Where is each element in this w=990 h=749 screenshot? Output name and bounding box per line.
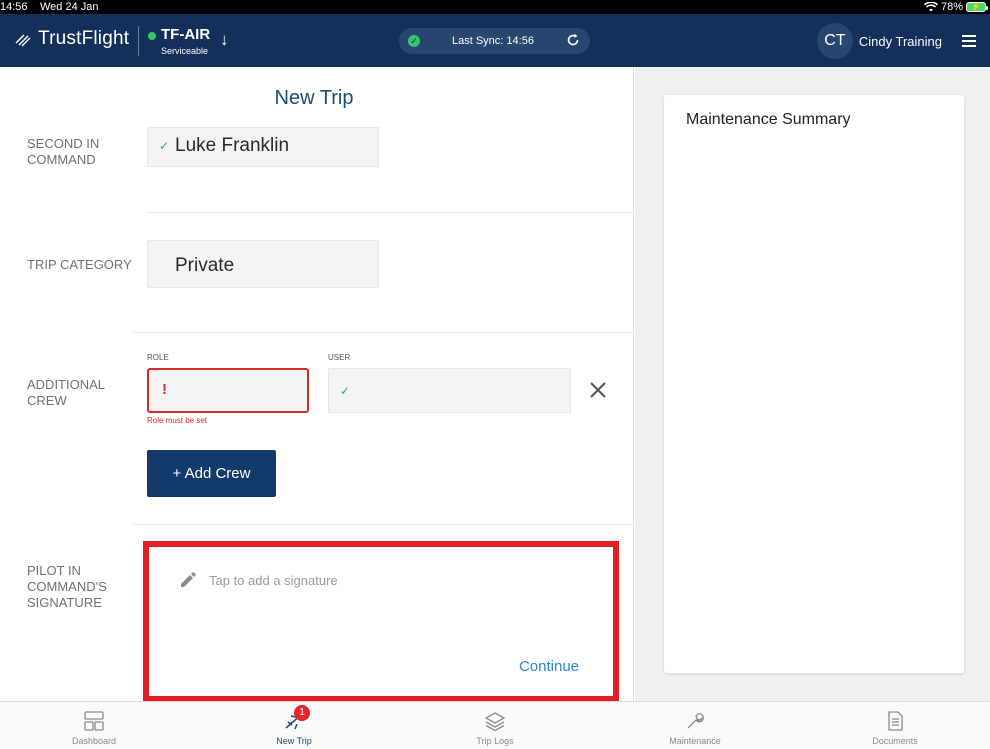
tab-new-trip[interactable]: 1 New Trip	[195, 702, 393, 749]
tab-label: Dashboard	[71, 736, 117, 746]
page-title: New Trip	[274, 87, 354, 109]
user-select[interactable]: ✓	[328, 368, 571, 413]
role-select[interactable]: !	[147, 368, 309, 413]
role-label: ROLE	[147, 353, 169, 362]
status-time: 14:56	[0, 1, 28, 13]
last-sync-text: Last Sync: 14:56	[452, 35, 534, 47]
user-menu[interactable]: CT Cindy Training	[816, 23, 976, 59]
signature-pad[interactable]: Tap to add a signature Continue	[143, 541, 619, 701]
tab-maintenance[interactable]: Maintenance	[596, 702, 794, 749]
status-date: Wed 24 Jan	[40, 1, 99, 13]
signature-hint: Tap to add a signature	[209, 573, 338, 588]
user-name[interactable]: Cindy Training	[859, 34, 942, 49]
avatar[interactable]: CT	[816, 23, 853, 59]
divider	[147, 212, 633, 213]
signature-label: PILOT IN COMMAND'S SIGNATURE	[27, 563, 107, 610]
aircraft-status: Serviceable	[161, 46, 209, 56]
wrench-icon	[687, 713, 704, 729]
sync-ok-icon: ✓	[408, 35, 420, 47]
sync-status[interactable]: ✓ Last Sync: 14:56	[399, 28, 590, 54]
wifi-icon	[923, 2, 938, 12]
error-icon: !	[162, 381, 167, 398]
arrow-down-icon: ↓	[220, 30, 229, 49]
brand-name: TrustFlight	[38, 28, 130, 49]
second-in-command-value: Luke Franklin	[175, 135, 290, 156]
check-icon: ✓	[340, 384, 351, 398]
tab-label: Trip Logs	[476, 736, 514, 746]
layers-icon	[484, 712, 506, 732]
tab-label: Maintenance	[669, 736, 721, 746]
maintenance-summary-title: Maintenance Summary	[686, 111, 851, 128]
tab-label: Documents	[872, 736, 918, 746]
dashboard-icon	[84, 711, 104, 731]
divider	[133, 332, 633, 333]
tab-label: New Trip	[276, 736, 312, 746]
continue-button[interactable]: Continue	[519, 658, 579, 675]
additional-crew-label: ADDITIONAL CREW	[27, 377, 105, 408]
app-header: TrustFlight TF-AIR Serviceable ↓ ✓ Last …	[0, 14, 990, 67]
trip-form-panel: New Trip SECOND IN COMMAND ✓ Luke Frankl…	[0, 67, 634, 701]
logo[interactable]: TrustFlight	[14, 28, 129, 50]
second-in-command-field[interactable]: ✓ Luke Franklin	[147, 127, 379, 167]
trip-category-value: Private	[175, 255, 235, 276]
refresh-icon[interactable]	[566, 33, 580, 47]
aircraft-status-dot	[148, 32, 156, 40]
battery-percent: 78%	[940, 1, 963, 13]
header-divider	[138, 26, 139, 56]
document-icon	[888, 711, 903, 731]
status-bar: 14:56 Wed 24 Jan 78% ⚡	[0, 0, 990, 14]
battery-icon: ⚡	[966, 2, 988, 12]
add-crew-button[interactable]: + Add Crew	[147, 450, 276, 497]
notification-badge: 1	[294, 705, 310, 721]
trustflight-logo-icon	[15, 34, 31, 47]
pencil-icon	[181, 572, 196, 587]
status-indicators: 78% ⚡	[923, 0, 988, 14]
second-in-command-label: SECOND IN COMMAND	[27, 136, 100, 167]
close-icon[interactable]	[588, 380, 608, 400]
trip-category-field[interactable]: Private	[147, 240, 379, 288]
aircraft-registration: TF-AIR	[161, 26, 211, 43]
tab-trip-logs[interactable]: Trip Logs	[396, 702, 594, 749]
bottom-tab-bar: Dashboard 1 New Trip Trip Logs Maintenan…	[0, 701, 990, 748]
hamburger-menu-icon[interactable]	[962, 35, 976, 47]
role-error-message: Role must be set	[147, 416, 208, 425]
tab-documents[interactable]: Documents	[796, 702, 990, 749]
divider	[133, 524, 633, 525]
side-panel: Maintenance Summary	[635, 67, 990, 701]
trip-category-label: TRIP CATEGORY	[27, 257, 132, 272]
user-label: USER	[328, 353, 351, 362]
maintenance-summary-card: Maintenance Summary	[664, 95, 964, 673]
check-icon: ✓	[159, 139, 170, 153]
tab-dashboard[interactable]: Dashboard	[0, 702, 193, 749]
